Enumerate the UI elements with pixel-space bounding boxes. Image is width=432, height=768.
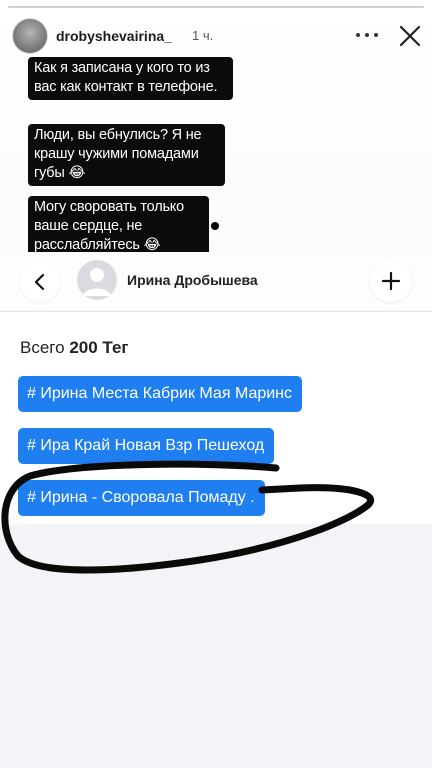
- story-caption-1: Как я записана у кого то из вас как конт…: [28, 57, 233, 100]
- add-button[interactable]: [370, 260, 412, 302]
- story-username[interactable]: drobyshevairina_: [56, 28, 172, 44]
- person-placeholder-icon: [83, 268, 111, 296]
- decorative-dot: [211, 222, 219, 230]
- tags-total-suffix: Тег: [102, 338, 129, 357]
- chevron-left-icon: [34, 273, 45, 291]
- more-dots-icon[interactable]: [356, 24, 378, 46]
- tag-item[interactable]: # Ирина Места Кабрик Мая Маринс: [18, 376, 303, 412]
- avatar[interactable]: [77, 260, 117, 300]
- profile-name: Ирина Дробышева: [127, 272, 258, 288]
- tags-total: Всего 200 Тег: [20, 338, 129, 358]
- story-caption-3: Могу своровать только ваше сердце, не ра…: [28, 196, 209, 258]
- story-caption-2: Люди, вы ебнулись? Я не крашу чужими пом…: [28, 124, 225, 186]
- story-progress-bar: [8, 6, 424, 8]
- story-avatar[interactable]: [12, 18, 48, 54]
- close-icon[interactable]: [398, 24, 422, 48]
- plus-icon: [381, 271, 401, 291]
- tags-total-count: 200: [69, 338, 98, 357]
- tags-total-prefix: Всего: [20, 338, 65, 357]
- tag-item[interactable]: # Ирина - Своровала Помаду .: [18, 480, 265, 516]
- tag-item[interactable]: # Ира Край Новая Взр Пешеход: [18, 428, 275, 464]
- back-button[interactable]: [20, 262, 60, 302]
- story-timestamp: 1 ч.: [192, 28, 214, 43]
